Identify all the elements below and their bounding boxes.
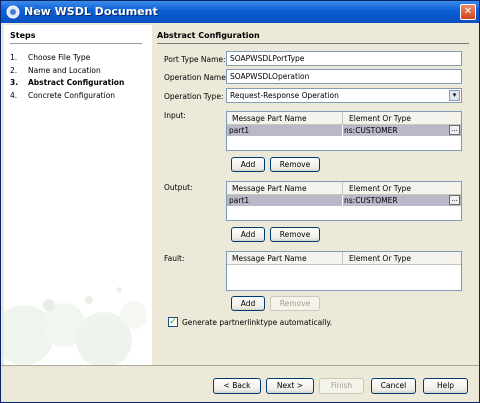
output-remove-button[interactable]: Remove bbox=[270, 227, 320, 242]
fault-parts-table[interactable]: Message Part Name Element Or Type bbox=[226, 251, 462, 291]
browse-type-button[interactable]: ... bbox=[449, 125, 460, 135]
wizard-content: Steps 1. Choose File Type 2. Name and Loca… bbox=[4, 25, 476, 365]
panel-heading: Abstract Configuration bbox=[157, 31, 260, 40]
column-divider bbox=[342, 125, 343, 136]
partnerlinktype-label[interactable]: Generate partnerlinktype automatically. bbox=[182, 318, 332, 327]
operation-type-label: Operation Type: bbox=[164, 92, 224, 101]
decorative-splash-image bbox=[4, 287, 146, 365]
table-row[interactable]: part1 ns:CUSTOMER ... bbox=[227, 125, 461, 136]
wizard-button-bar: < Back Next > Finish Cancel Help bbox=[1, 365, 479, 402]
close-icon: ✕ bbox=[463, 6, 473, 17]
abstract-configuration-panel: Abstract Configuration Port Type Name: S… bbox=[152, 25, 476, 365]
back-button[interactable]: < Back bbox=[213, 378, 261, 394]
table-header: Message Part Name Element Or Type bbox=[227, 112, 461, 125]
panel-divider bbox=[157, 43, 469, 44]
output-add-button[interactable]: Add bbox=[231, 227, 265, 242]
steps-pane: Steps 1. Choose File Type 2. Name and Loca… bbox=[4, 25, 146, 365]
input-remove-button[interactable]: Remove bbox=[270, 157, 320, 172]
title-bar[interactable]: New WSDL Document ✕ bbox=[1, 1, 479, 23]
operation-name-label: Operation Name: bbox=[164, 73, 229, 82]
column-divider bbox=[342, 182, 343, 195]
input-parts-table[interactable]: Message Part Name Element Or Type part1 … bbox=[226, 111, 462, 151]
step-name-and-location: 2. Name and Location bbox=[10, 66, 101, 75]
wsdl-wizard-window: New WSDL Document ✕ Steps 1. Choose File … bbox=[0, 0, 480, 403]
output-parts-table[interactable]: Message Part Name Element Or Type part1 … bbox=[226, 181, 462, 221]
next-button[interactable]: Next > bbox=[266, 378, 314, 394]
table-row[interactable]: part1 ns:CUSTOMER ... bbox=[227, 195, 461, 206]
column-header-element-type: Element Or Type bbox=[349, 114, 412, 123]
steps-heading: Steps bbox=[10, 31, 36, 40]
fault-remove-button: Remove bbox=[270, 296, 320, 311]
column-header-message-part: Message Part Name bbox=[232, 254, 307, 263]
browse-type-button[interactable]: ... bbox=[449, 195, 460, 205]
output-label: Output: bbox=[164, 183, 193, 192]
column-header-element-type: Element Or Type bbox=[349, 254, 412, 263]
finish-button: Finish bbox=[319, 378, 364, 394]
part-name-cell[interactable]: part1 bbox=[229, 126, 249, 135]
column-divider bbox=[342, 252, 343, 265]
steps-divider bbox=[10, 43, 142, 44]
input-add-button[interactable]: Add bbox=[231, 157, 265, 172]
table-header: Message Part Name Element Or Type bbox=[227, 252, 461, 265]
close-button[interactable]: ✕ bbox=[460, 4, 476, 20]
table-header: Message Part Name Element Or Type bbox=[227, 182, 461, 195]
step-abstract-configuration: 3. Abstract Configuration bbox=[10, 78, 125, 87]
window-title: New WSDL Document bbox=[24, 5, 158, 18]
operation-type-value: Request-Response Operation bbox=[230, 91, 339, 100]
column-divider bbox=[342, 112, 343, 125]
fault-label: Fault: bbox=[164, 254, 185, 263]
netbeans-app-icon bbox=[6, 5, 20, 19]
operation-name-field[interactable]: SOAPWSDLOperation bbox=[226, 69, 462, 84]
column-header-element-type: Element Or Type bbox=[349, 184, 412, 193]
partnerlinktype-checkbox[interactable]: ✓ bbox=[168, 317, 178, 327]
element-type-cell[interactable]: ns:CUSTOMER bbox=[344, 126, 398, 135]
column-header-message-part: Message Part Name bbox=[232, 114, 307, 123]
operation-type-select[interactable]: Request-Response Operation ▾ bbox=[226, 88, 462, 103]
step-choose-file-type: 1. Choose File Type bbox=[10, 53, 91, 62]
checkmark-icon: ✓ bbox=[169, 317, 177, 327]
chevron-down-icon[interactable]: ▾ bbox=[449, 90, 460, 101]
fault-add-button[interactable]: Add bbox=[231, 296, 265, 311]
step-concrete-configuration: 4. Concrete Configuration bbox=[10, 91, 116, 100]
port-type-name-label: Port Type Name: bbox=[164, 55, 226, 64]
port-type-name-field[interactable]: SOAPWSDLPortType bbox=[226, 51, 462, 66]
help-button[interactable]: Help bbox=[423, 378, 468, 394]
part-name-cell[interactable]: part1 bbox=[229, 196, 249, 205]
element-type-cell[interactable]: ns:CUSTOMER bbox=[344, 196, 398, 205]
column-divider bbox=[342, 195, 343, 206]
cancel-button[interactable]: Cancel bbox=[371, 378, 416, 394]
input-label: Input: bbox=[164, 111, 186, 120]
column-header-message-part: Message Part Name bbox=[232, 184, 307, 193]
